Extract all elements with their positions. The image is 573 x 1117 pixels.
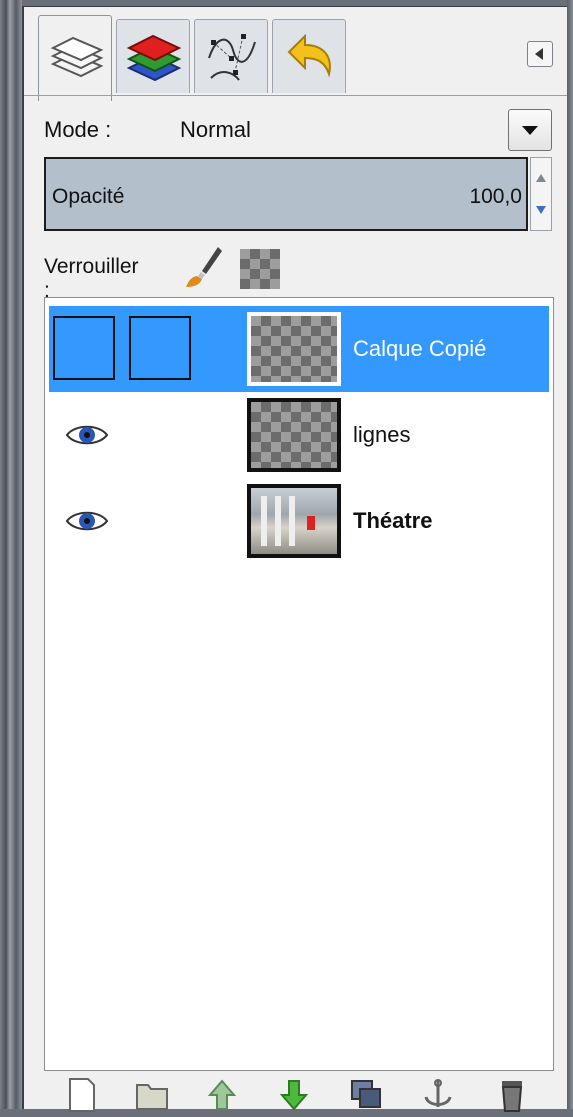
layers-icon: [50, 36, 104, 78]
chain-toggle[interactable]: [129, 316, 191, 380]
mode-label: Mode :: [44, 117, 112, 142]
window-frame-right: [567, 0, 573, 1109]
layer-row-lignes[interactable]: lignes: [49, 392, 549, 478]
layer-name[interactable]: Théatre: [353, 508, 432, 534]
new-layer-icon[interactable]: [64, 1077, 100, 1113]
opacity-spinner[interactable]: [530, 157, 552, 231]
tab-paths[interactable]: [194, 19, 268, 93]
opacity-slider[interactable]: Opacité 100,0: [44, 157, 528, 231]
layer-thumbnail: [247, 312, 341, 386]
tab-menu-button[interactable]: [527, 41, 553, 67]
lock-label: Verrouiller :: [44, 255, 139, 302]
layer-row-theatre[interactable]: Théatre: [49, 478, 549, 564]
spin-up-icon[interactable]: [534, 164, 548, 192]
theatre-photo-thumbnail: [251, 488, 337, 554]
eye-icon[interactable]: [65, 420, 109, 450]
lock-alpha-icon[interactable]: [240, 249, 280, 289]
layer-thumbnail: [247, 484, 341, 558]
layer-name[interactable]: lignes: [353, 422, 410, 448]
undo-icon: [287, 33, 331, 78]
tab-channels[interactable]: [116, 19, 190, 93]
opacity-label: Opacité: [52, 185, 125, 208]
opacity-value: 100,0: [469, 185, 522, 208]
delete-layer-icon[interactable]: [494, 1077, 530, 1113]
lock-paint-brush-icon[interactable]: [184, 245, 224, 289]
anchor-layer-icon[interactable]: [420, 1077, 456, 1113]
tab-separator: [24, 95, 567, 96]
layer-name[interactable]: Calque Copié: [353, 336, 486, 362]
layers-list: Calque Copié lignes Théatre: [44, 297, 554, 1071]
paths-icon: [208, 34, 256, 81]
eye-icon[interactable]: [65, 506, 109, 536]
mode-dropdown-button[interactable]: [508, 109, 552, 151]
raise-layer-icon[interactable]: [204, 1077, 240, 1113]
duplicate-layer-icon[interactable]: [348, 1077, 384, 1113]
window-frame-left: [0, 0, 22, 1109]
channels-icon: [126, 34, 182, 82]
layer-row-calque-copie[interactable]: Calque Copié: [49, 306, 549, 392]
layer-thumbnail: [247, 398, 341, 472]
tab-layers[interactable]: [38, 15, 112, 101]
layers-button-bar: [44, 1077, 554, 1117]
mode-value[interactable]: Normal: [180, 117, 251, 143]
tab-undo-history[interactable]: [272, 19, 346, 93]
spin-down-icon[interactable]: [534, 196, 548, 224]
triangle-left-icon: [535, 48, 543, 60]
visibility-toggle[interactable]: [53, 316, 115, 380]
new-group-icon[interactable]: [134, 1077, 170, 1113]
lower-layer-icon[interactable]: [276, 1077, 312, 1113]
layers-dock-panel: Mode : Normal Opacité 100,0 Verrouiller …: [22, 6, 567, 1112]
